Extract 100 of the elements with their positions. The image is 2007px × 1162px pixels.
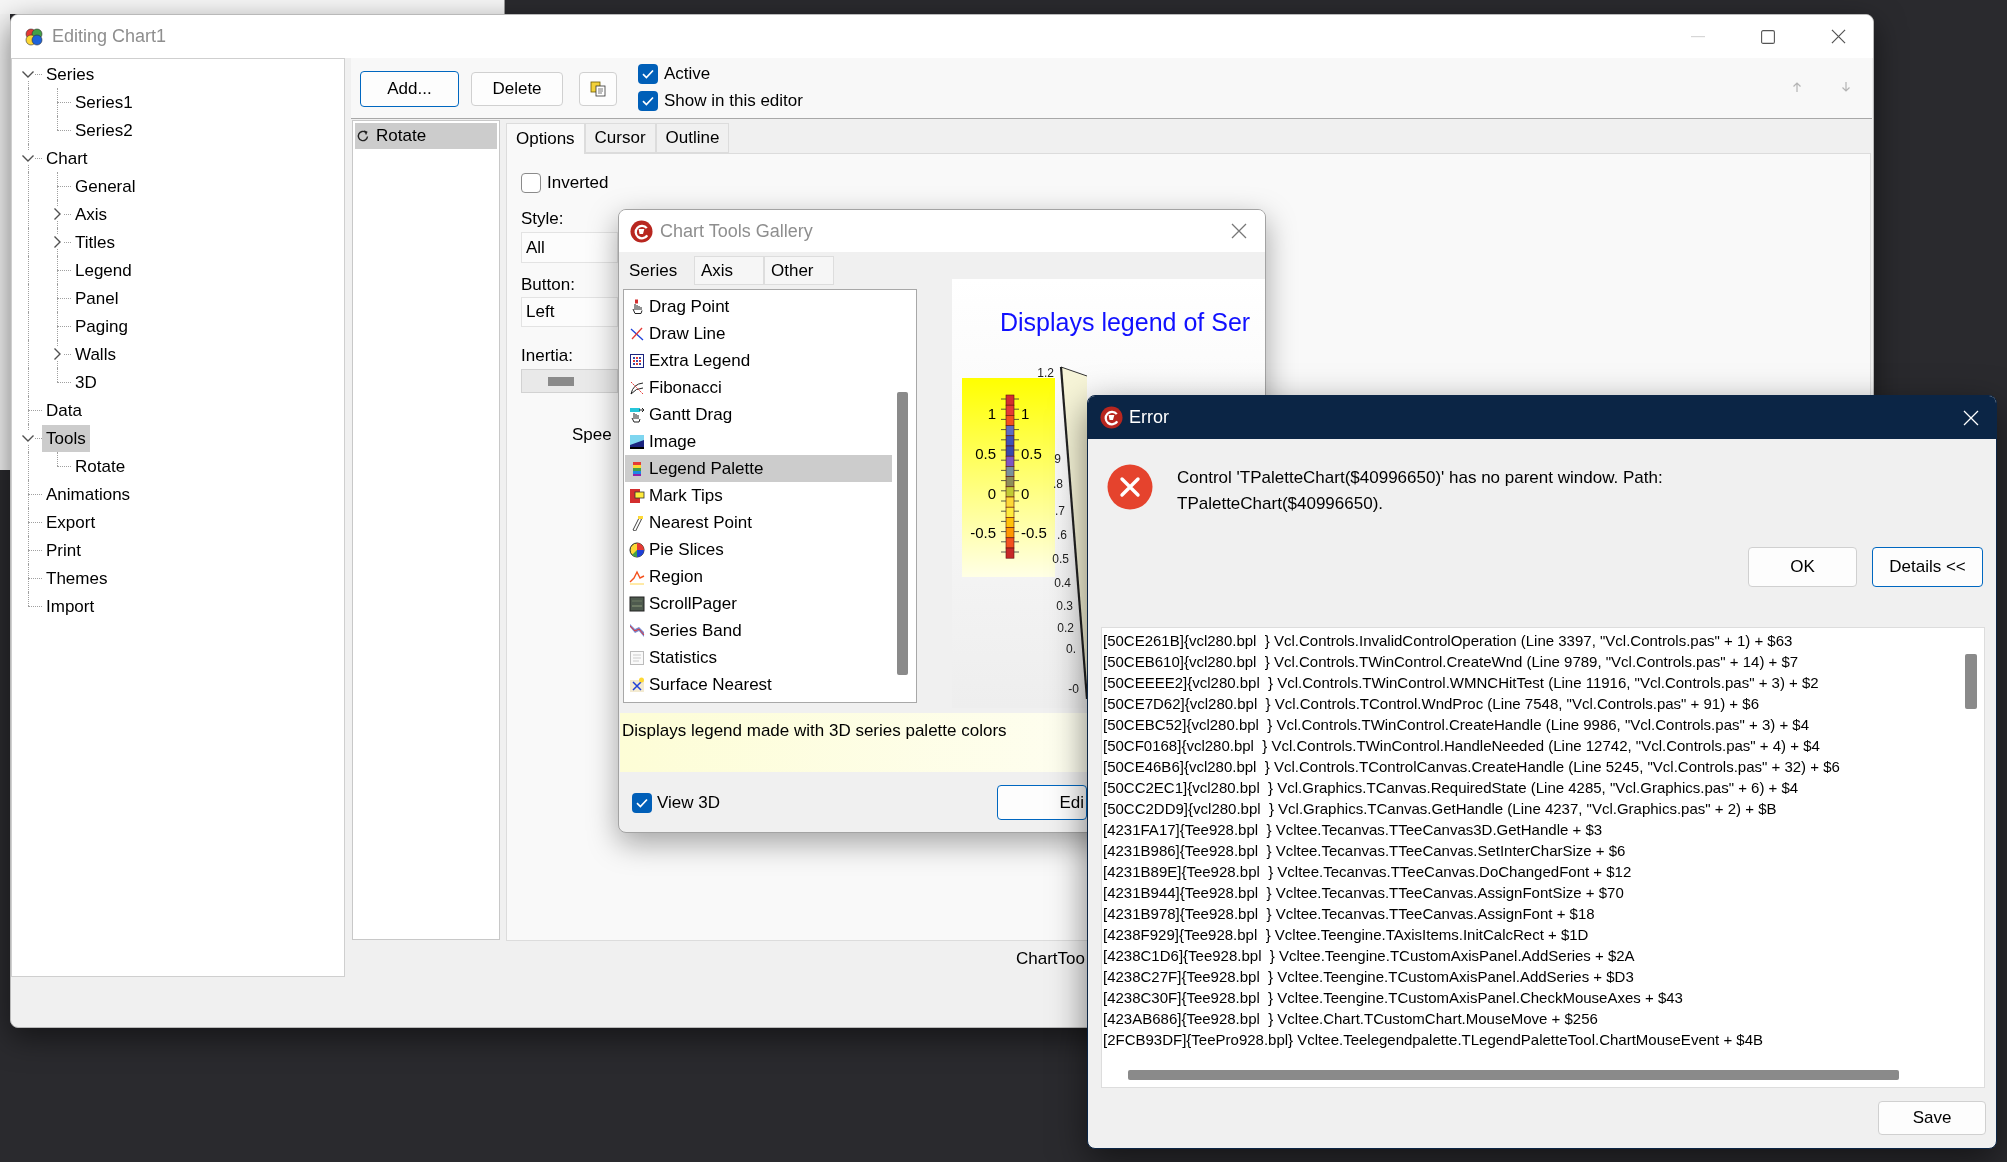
tool-list-item[interactable]: Series Band bbox=[625, 617, 892, 644]
tool-list-item[interactable]: Fibonacci bbox=[625, 374, 892, 401]
tool-list-item[interactable]: Region bbox=[625, 563, 892, 590]
tool-list-item[interactable]: Statistics bbox=[625, 644, 892, 671]
scrollbar-thumb[interactable] bbox=[1128, 1070, 1899, 1080]
tab[interactable]: Options bbox=[506, 123, 585, 154]
checkmark-icon bbox=[642, 69, 654, 79]
tree-item[interactable]: General bbox=[71, 172, 140, 200]
log-line: [50CF0168]{vcl280.bpl } Vcl.Controls.TWinControl.HandleNeeded (Line 12742, "Vcl.Controls.pas" + 4) + $4 bbox=[1103, 736, 1821, 756]
tool-list-item[interactable]: Image bbox=[625, 428, 892, 455]
edit-button[interactable]: Edi bbox=[997, 785, 1087, 820]
log-line: [2FCB93DF]{TeePro928.bpl} Vcltee.Teelegendpalette.TLegendPaletteTool.ChartMouseEvent + $4B bbox=[1103, 1030, 1764, 1050]
field-label: Inertia: bbox=[521, 345, 573, 367]
axis-label: 0. bbox=[1066, 642, 1076, 656]
axis-label: 0.2 bbox=[1057, 621, 1074, 635]
tree-item[interactable]: Chart bbox=[42, 144, 92, 172]
tool-list-item[interactable]: Draw Line bbox=[625, 320, 892, 347]
tree-item[interactable]: Tools bbox=[42, 424, 90, 452]
tree-item[interactable]: Series bbox=[42, 60, 99, 88]
tool-list-item[interactable]: ScrollPager bbox=[625, 590, 892, 617]
tree-item[interactable]: Paging bbox=[71, 312, 132, 340]
crossed-lines-icon bbox=[629, 325, 645, 342]
tree-item[interactable]: Panel bbox=[71, 284, 123, 312]
log-line: [50CE46B6]{vcl280.bpl } Vcl.Controls.TControlCanvas.CreateHandle (Line 5245, "Vcl.Controls.pas" + 32) + $6 bbox=[1103, 757, 1841, 777]
tree-item[interactable]: Axis bbox=[71, 200, 112, 228]
tool-list-item[interactable]: Nearest Point bbox=[625, 509, 892, 536]
log-line: [4231B986]{Tee928.bpl } Vcltee.Tecanvas.TTeeCanvas.SetInterCharSize + $6 bbox=[1103, 841, 1627, 861]
tab[interactable]: Axis bbox=[694, 256, 764, 285]
details-button[interactable]: Details << bbox=[1872, 547, 1983, 587]
tree-item[interactable]: Walls bbox=[71, 340, 120, 368]
scale-label: 0 bbox=[987, 484, 996, 502]
scrollbar-thumb[interactable] bbox=[1965, 654, 1977, 709]
band-icon bbox=[629, 622, 645, 639]
log-line: [50CE261B]{vcl280.bpl } Vcl.Controls.InvalidControlOperation (Line 3397, "Vcl.Controls.pas" + 1) + $63 bbox=[1103, 631, 1794, 651]
tag-icon bbox=[629, 487, 645, 504]
style-combo[interactable]: All bbox=[521, 232, 618, 263]
scale-label: -0.5 bbox=[1021, 523, 1047, 541]
description-text: Displays legend made with 3D series palette colors bbox=[622, 721, 1007, 740]
tree-item[interactable]: Series1 bbox=[71, 88, 137, 116]
tree-item[interactable]: Import bbox=[42, 592, 99, 620]
delete-button[interactable]: Delete bbox=[471, 72, 563, 106]
add-button[interactable]: Add... bbox=[360, 71, 459, 107]
tab[interactable]: Other bbox=[764, 256, 834, 285]
checkbox-label: View 3D bbox=[657, 791, 720, 814]
tree-item[interactable]: Series2 bbox=[71, 116, 137, 144]
checkmark-icon bbox=[636, 797, 648, 808]
button-combo[interactable]: Left bbox=[521, 297, 618, 327]
tree-item[interactable]: Print bbox=[42, 536, 85, 564]
tool-list-item[interactable]: Pie Slices bbox=[625, 536, 892, 563]
log-line: [4231B978]{Tee928.bpl } Vcltee.Tecanvas.TTeeCanvas.AssignFont + $18 bbox=[1103, 904, 1596, 924]
rotate-icon bbox=[356, 129, 370, 143]
logo-icon bbox=[1100, 406, 1123, 429]
scale-label: -0.5 bbox=[970, 523, 996, 541]
log-line: [50CC2DD9]{vcl280.bpl } Vcl.Graphics.TCanvas.GetHandle (Line 4237, "Vcl.Graphics.pas" + 2) + $B bbox=[1103, 799, 1778, 819]
checkbox[interactable] bbox=[521, 173, 541, 193]
color-circles-icon bbox=[25, 27, 43, 46]
tool-list-item[interactable]: Mark Tips bbox=[625, 482, 892, 509]
save-button[interactable]: Save bbox=[1878, 1101, 1986, 1135]
checkbox-label: Active bbox=[664, 63, 711, 86]
tree-item[interactable]: Animations bbox=[42, 480, 135, 508]
checkbox[interactable] bbox=[632, 792, 652, 813]
tool-list-item[interactable]: Drag Point bbox=[625, 293, 892, 320]
tool-list-item[interactable]: Extra Legend bbox=[625, 347, 892, 374]
tree-item[interactable]: Data bbox=[42, 396, 86, 424]
log-line: [50CEEEE2]{vcl280.bpl } Vcl.Controls.TWinControl.WMNCHitTest (Line 11916, "Vcl.Controls.pas" + 3) + $2 bbox=[1103, 673, 1820, 693]
log-line: [4238C27F]{Tee928.bpl } Vcltee.Teengine.TCustomAxisPanel.AddSeries + $D3 bbox=[1103, 967, 1635, 987]
tab[interactable]: Outline bbox=[655, 123, 730, 153]
slider-thumb[interactable] bbox=[547, 377, 574, 386]
log-line: [4231FA17]{Tee928.bpl } Vcltee.Tecanvas.TTeeCanvas3D.GetHandle + $3 bbox=[1103, 820, 1604, 840]
scrollbar-thumb[interactable] bbox=[897, 392, 908, 675]
tree-item[interactable]: Themes bbox=[42, 564, 112, 592]
tree-item[interactable]: Rotate bbox=[71, 452, 130, 480]
tool-list-item[interactable]: Surface Nearest bbox=[625, 671, 892, 698]
tab[interactable]: Cursor bbox=[584, 123, 656, 153]
maximize-icon[interactable] bbox=[1761, 29, 1775, 44]
landscape-icon bbox=[629, 433, 645, 450]
copy-icon bbox=[590, 81, 606, 97]
log-line: [4231B89E]{Tee928.bpl } Vcltee.Tecanvas.TTeeCanvas.DoChangedFont + $12 bbox=[1103, 862, 1633, 882]
axis-label: -0 bbox=[1068, 682, 1079, 696]
axis-label: .6 bbox=[1057, 528, 1067, 542]
tool-list-item[interactable]: Legend Palette bbox=[625, 455, 892, 482]
field-label: Style: bbox=[521, 208, 564, 230]
peak-line-icon bbox=[629, 568, 645, 585]
window-title: Chart Tools Gallery bbox=[660, 219, 813, 243]
ok-button[interactable]: OK bbox=[1748, 547, 1857, 587]
checkbox[interactable] bbox=[638, 64, 658, 84]
logo-icon bbox=[630, 219, 653, 243]
tree-item[interactable]: Export bbox=[42, 508, 100, 536]
tools-list-item[interactable]: Rotate bbox=[355, 123, 497, 149]
tree-item[interactable]: 3D bbox=[71, 368, 101, 396]
inertia-slider[interactable] bbox=[521, 369, 618, 393]
tree-item[interactable]: Legend bbox=[71, 256, 136, 284]
checkmark-icon bbox=[642, 96, 654, 106]
copy-button[interactable] bbox=[579, 72, 617, 106]
sheet-icon bbox=[629, 649, 645, 666]
log-line: [50CEBC52]{vcl280.bpl } Vcl.Controls.TWinControl.CreateHandle (Line 9986, "Vcl.Controls.pas" + 3) + $4 bbox=[1103, 715, 1810, 735]
close-icon[interactable] bbox=[1830, 29, 1846, 44]
tree-item[interactable]: Titles bbox=[71, 228, 119, 256]
tool-list-item[interactable]: Gantt Drag bbox=[625, 401, 892, 428]
checkbox[interactable] bbox=[638, 91, 658, 111]
